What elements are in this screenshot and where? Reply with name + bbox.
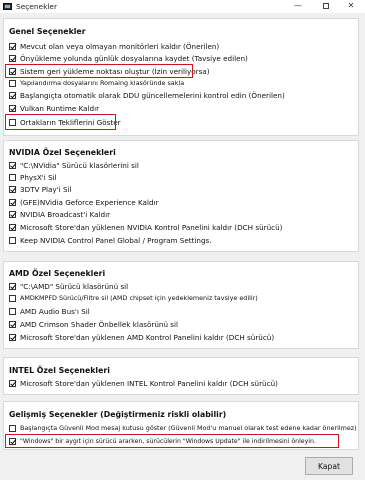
checkbox[interactable] <box>9 424 16 432</box>
checkbox[interactable] <box>9 118 16 126</box>
checkbox[interactable] <box>9 161 16 169</box>
checkbox[interactable] <box>9 173 16 181</box>
option-nvidia-dch-panel[interactable]: Microsoft Store'dan yüklenen NVIDIA Kont… <box>9 222 282 232</box>
option-amd-dch-panel[interactable]: Microsoft Store'dan yüklenen AMD Kontrol… <box>9 332 274 342</box>
option-geforce-experience[interactable]: (GFE)NVidia Geforce Experience Kaldır <box>9 197 158 207</box>
option-remove-vulkan[interactable]: Vulkan Runtime Kaldır <box>9 103 99 113</box>
option-intel-dch-panel[interactable]: Microsoft Store'dan yüklenen INTEL Kontr… <box>9 378 278 388</box>
option-prevent-windows-update-drivers[interactable]: "Windows" bir aygıt için sürücü ararken,… <box>9 436 316 446</box>
option-check-updates[interactable]: Başlangıçta otomatik olarak DDU güncelle… <box>9 90 285 100</box>
section-title-intel: INTEL Özel Seçenekleri <box>9 366 110 375</box>
checkbox[interactable] <box>9 307 16 315</box>
checkbox[interactable] <box>9 210 16 218</box>
option-config-roaming[interactable]: Yapılandırma dosyalarını Romaing klasörü… <box>9 78 184 88</box>
section-title-amd: AMD Özel Seçenekleri <box>9 269 106 278</box>
checkbox[interactable] <box>9 320 16 328</box>
checkbox[interactable] <box>9 79 16 87</box>
section-title-advanced: Gelişmiş Seçenekler (Değiştirmeniz riskl… <box>9 410 227 419</box>
window-title: Seçenekler <box>16 2 57 11</box>
section-title-nvidia: NVIDIA Özel Seçenekleri <box>9 148 116 157</box>
close-button[interactable]: Kapat <box>305 457 353 475</box>
option-nvidia-folders[interactable]: "C:\NVidia" Sürücü klasörlerini sil <box>9 160 139 170</box>
option-amd-shader-cache[interactable]: AMD Crimson Shader Önbellek klasörünü si… <box>9 319 178 329</box>
maximize-button[interactable] <box>312 0 340 13</box>
nvidia-options-panel: NVIDIA Özel Seçenekleri "C:\NVidia" Sürü… <box>3 140 359 252</box>
option-3dtv-play[interactable]: 3DTV Play'i Sil <box>9 184 72 194</box>
advanced-options-panel: Gelişmiş Seçenekler (Değiştirmeniz riskl… <box>3 401 359 450</box>
option-safe-mode-prompt[interactable]: Başlangıçta Güvenli Mod mesaj kutusu gös… <box>9 423 357 433</box>
option-physx[interactable]: PhysX'i Sil <box>9 172 57 182</box>
checkbox[interactable] <box>9 282 16 290</box>
option-partner-offers[interactable]: Ortakların Tekliflerini Göster <box>9 117 121 127</box>
general-options-panel: Genel Seçenekler Mevcut olan veya olmaya… <box>3 18 359 136</box>
option-amd-folder[interactable]: "C:\AMD" Sürücü klasörünü sil <box>9 281 128 291</box>
checkbox[interactable] <box>9 67 16 75</box>
title-bar: Seçenekler — ✕ <box>0 0 365 13</box>
option-amd-audio-bus[interactable]: AMD Audio Bus'ı Sil <box>9 306 90 316</box>
checkbox[interactable] <box>9 294 16 302</box>
option-nvidia-broadcast[interactable]: NVIDIA Broadcast'i Kaldır <box>9 209 110 219</box>
checkbox[interactable] <box>9 104 16 112</box>
checkbox[interactable] <box>9 437 16 445</box>
app-icon <box>3 3 12 10</box>
option-save-logs[interactable]: Önyükleme yolunda günlük dosyalarına kay… <box>9 53 248 63</box>
checkbox[interactable] <box>9 91 16 99</box>
option-amdkmpfd[interactable]: AMDKMPFD Sürücü/Filtre sil (AMD chipset … <box>9 293 258 303</box>
option-remove-monitors[interactable]: Mevcut olan veya olmayan monitörleri kal… <box>9 41 219 51</box>
section-title-general: Genel Seçenekler <box>9 27 86 36</box>
option-restore-point[interactable]: Sistem geri yükleme noktası oluştur (İzi… <box>9 66 210 76</box>
checkbox[interactable] <box>9 42 16 50</box>
checkbox[interactable] <box>9 333 16 341</box>
option-keep-nvidia-settings[interactable]: Keep NVIDIA Control Panel Global / Progr… <box>9 235 212 245</box>
checkbox[interactable] <box>9 379 16 387</box>
checkbox[interactable] <box>9 198 16 206</box>
maximize-icon <box>323 3 329 9</box>
checkbox[interactable] <box>9 223 16 231</box>
minimize-button[interactable]: — <box>284 0 312 13</box>
intel-options-panel: INTEL Özel Seçenekleri Microsoft Store'd… <box>3 357 359 395</box>
amd-options-panel: AMD Özel Seçenekleri "C:\AMD" Sürücü kla… <box>3 261 359 349</box>
checkbox[interactable] <box>9 185 16 193</box>
checkbox[interactable] <box>9 54 16 62</box>
checkbox[interactable] <box>9 236 16 244</box>
close-window-button[interactable]: ✕ <box>337 0 365 13</box>
